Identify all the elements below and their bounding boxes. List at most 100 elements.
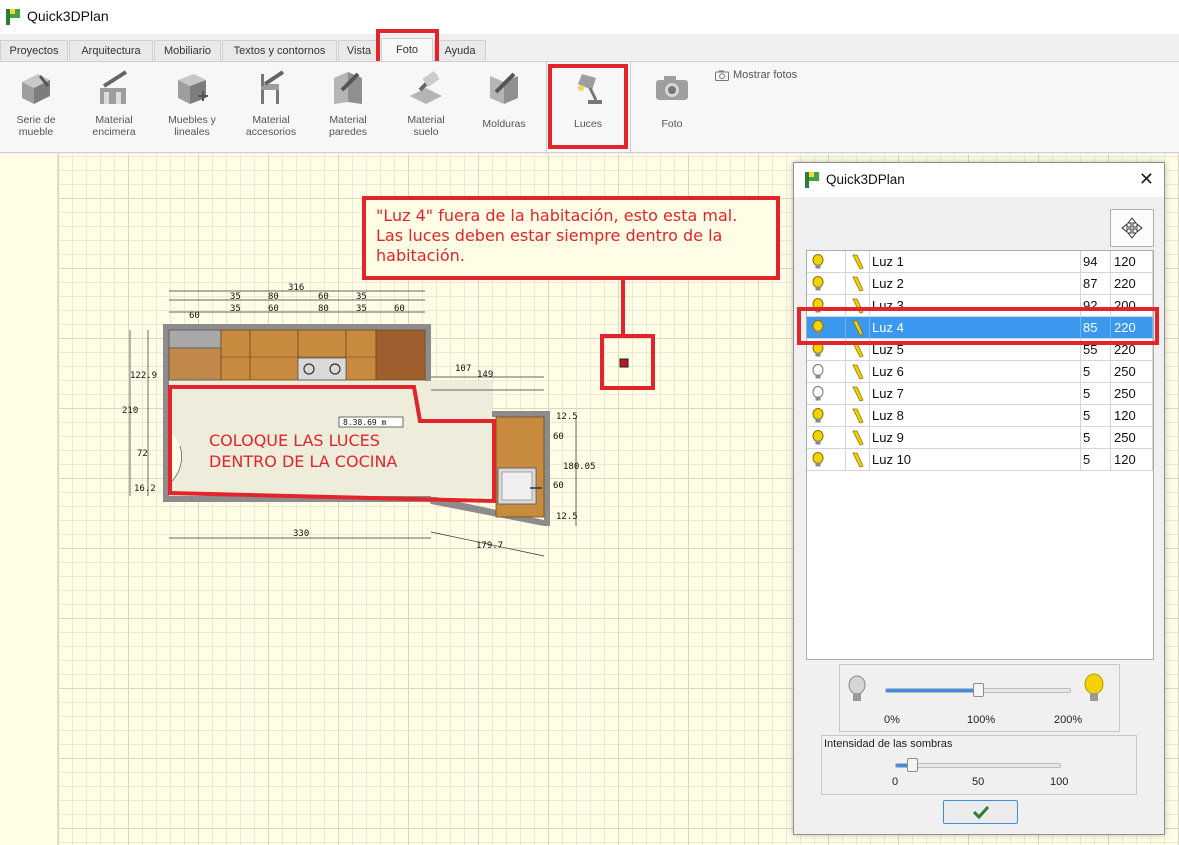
accessories-material-button[interactable]: Material accesorios [240,68,302,138]
light-height-value[interactable]: 120 [1111,405,1153,427]
close-icon[interactable]: ✕ [1139,169,1154,190]
light-type-cell[interactable] [846,251,870,273]
light-toggle-cell[interactable] [807,251,846,273]
tab-ayuda[interactable]: Ayuda [434,40,486,62]
svg-text:35: 35 [230,304,241,314]
spot-cone-icon [852,408,864,424]
light-row[interactable]: Luz 2 87 220 [807,273,1153,295]
light-intensity-value[interactable]: 5 [1081,361,1111,383]
intensity-slider-thumb[interactable] [973,683,984,697]
light-row[interactable]: Luz 7 5 250 [807,383,1153,405]
ok-button[interactable] [943,800,1018,824]
bulb-icon [812,408,824,423]
svg-text:107: 107 [455,364,471,374]
light-height-value[interactable]: 250 [1111,361,1153,383]
toolbar-separator [630,62,631,154]
svg-text:72: 72 [137,449,148,459]
furniture-series-button[interactable]: Serie de mueble [8,68,64,138]
light-type-cell[interactable] [846,383,870,405]
floor-material-button[interactable]: Material suelo [398,68,454,138]
light-intensity-value[interactable]: 5 [1081,383,1111,405]
wall-material-icon [334,72,362,104]
light-type-cell[interactable] [846,427,870,449]
light-height-value[interactable]: 250 [1111,383,1153,405]
top-cabinets [168,329,426,381]
light-intensity-value[interactable]: 87 [1081,273,1111,295]
light-toggle-cell[interactable] [807,273,846,295]
svg-text:35: 35 [356,304,367,314]
light-row[interactable]: Luz 6 5 250 [807,361,1153,383]
highlight-selected-light-row [797,307,1159,345]
tab-vista[interactable]: Vista [338,40,380,62]
svg-text:60: 60 [553,432,564,442]
light-intensity-value[interactable]: 5 [1081,427,1111,449]
bulb-icon [812,430,824,445]
light-height-value[interactable]: 220 [1111,273,1153,295]
light-height-value[interactable]: 250 [1111,427,1153,449]
light-toggle-cell[interactable] [807,427,846,449]
shadow-slider-thumb[interactable] [906,758,918,772]
spot-cone-icon [852,364,864,380]
light-intensity-value[interactable]: 5 [1081,449,1111,471]
spot-cone-icon [852,452,864,468]
light-row[interactable]: Luz 1 94 120 [807,251,1153,273]
dim-top-total: 316 [288,283,304,293]
furniture-series-icon [22,74,50,104]
tab-proyectos[interactable]: Proyectos [0,40,68,62]
app-logo-icon [6,9,20,25]
light-intensity-value[interactable]: 5 [1081,405,1111,427]
light-type-cell[interactable] [846,405,870,427]
svg-text:80: 80 [268,292,279,302]
svg-text:60: 60 [553,481,564,491]
light-type-cell[interactable] [846,361,870,383]
light-toggle-cell[interactable] [807,361,846,383]
small-camera-icon [715,70,729,81]
light-name: Luz 9 [870,427,1081,449]
linear-furniture-button[interactable]: Muebles y lineales [163,68,221,138]
tab-arquitectura[interactable]: Arquitectura [69,40,153,62]
svg-text:60: 60 [268,304,279,314]
tab-textos-contornos[interactable]: Textos y contornos [222,40,337,62]
light-height-value[interactable]: 120 [1111,449,1153,471]
window-title: Quick3DPlan [27,8,109,24]
highlight-lights-button [548,64,628,149]
warning-callout: "Luz 4" fuera de la habitación, esto est… [362,196,780,280]
kitchen-note: COLOQUE LAS LUCES DENTRO DE LA COCINA [209,431,398,471]
mouldings-button[interactable]: Molduras [476,68,532,130]
light-height-value[interactable]: 120 [1111,251,1153,273]
spot-cone-icon [852,254,864,270]
intensity-panel: 0% 100% 200% [839,664,1120,732]
bulb-icon [812,452,824,467]
move-light-button[interactable] [1110,209,1154,247]
shadow-intensity-panel: Intensidad de las sombras 0 50 100 [821,735,1137,795]
toolbar-separator [546,62,547,154]
light-row[interactable]: Luz 10 5 120 [807,449,1153,471]
wall-material-button[interactable]: Material paredes [320,68,376,138]
light-row[interactable]: Luz 9 5 250 [807,427,1153,449]
show-photos-button[interactable]: Mostrar fotos [715,69,797,81]
callout-connector [621,278,625,336]
svg-text:60: 60 [189,311,200,321]
svg-text:149: 149 [477,370,493,380]
light-intensity-value[interactable]: 94 [1081,251,1111,273]
svg-text:180.05: 180.05 [563,462,596,472]
highlight-luz-4-marker [600,334,655,390]
countertop-material-button[interactable]: Material encimera [84,68,144,138]
shadow-slider-track[interactable] [895,763,1061,768]
light-toggle-cell[interactable] [807,449,846,471]
tab-mobiliario[interactable]: Mobiliario [154,40,221,62]
photo-button[interactable]: Foto [644,68,700,130]
svg-text:12.5: 12.5 [556,412,578,422]
light-toggle-cell[interactable] [807,405,846,427]
light-type-cell[interactable] [846,273,870,295]
checkmark-icon [972,805,989,819]
dialog-title-bar: Quick3DPlan ✕ [794,163,1164,197]
light-type-cell[interactable] [846,449,870,471]
bulb-icon [812,254,824,269]
countertop-material-icon [100,70,128,104]
accessories-material-icon [261,70,285,104]
title-bar: Quick3DPlan [0,0,1179,34]
svg-text:80: 80 [318,304,329,314]
light-row[interactable]: Luz 8 5 120 [807,405,1153,427]
light-toggle-cell[interactable] [807,383,846,405]
